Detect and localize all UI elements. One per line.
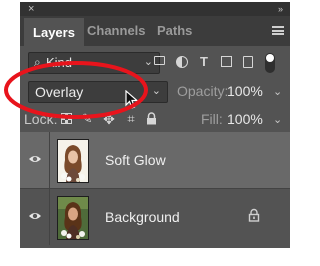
red-annotation-ellipse	[4, 61, 148, 119]
